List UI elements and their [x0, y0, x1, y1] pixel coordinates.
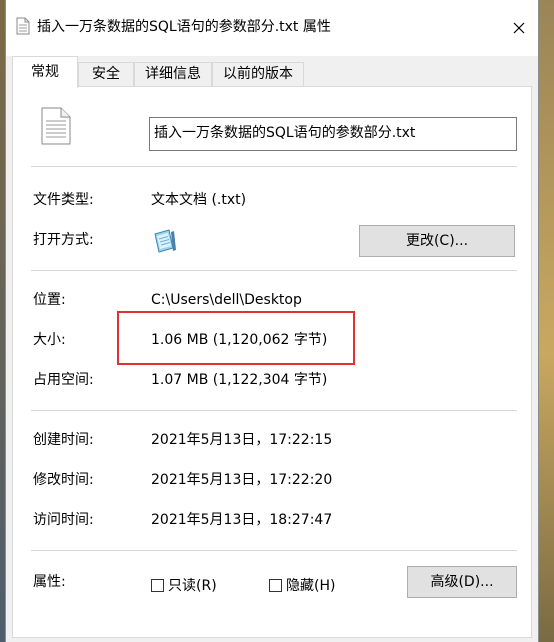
modified-value: 2021年5月13日，17:22:20 — [151, 472, 333, 488]
open-with-label: 打开方式: — [33, 232, 94, 248]
accessed-value: 2021年5月13日，18:27:47 — [151, 512, 333, 528]
separator — [31, 410, 517, 411]
tab-previous-versions[interactable]: 以前的版本 — [212, 62, 304, 86]
title-bar: 插入一万条数据的SQL语句的参数部分.txt 属性 — [6, 0, 538, 56]
change-button[interactable]: 更改(C)... — [359, 225, 515, 257]
created-label: 创建时间: — [33, 432, 94, 448]
location-label: 位置: — [33, 292, 66, 308]
created-value: 2021年5月13日，17:22:15 — [151, 432, 333, 448]
hidden-checkbox-box[interactable] — [269, 578, 282, 592]
separator — [31, 550, 517, 551]
tab-security[interactable]: 安全 — [78, 62, 134, 86]
size-on-disk-value: 1.07 MB (1,122,304 字节) — [151, 372, 328, 388]
attributes-label: 属性: — [33, 574, 66, 590]
separator — [31, 270, 517, 271]
desktop-background-right — [539, 0, 554, 642]
readonly-label: 只读(R) — [168, 578, 217, 594]
notepad-icon — [154, 229, 176, 253]
readonly-checkbox-box[interactable] — [151, 578, 164, 592]
file-type-label: 文件类型: — [33, 192, 94, 208]
general-tab-panel: 插入一万条数据的SQL语句的参数部分.txt 文件类型: 文本文档 (.txt)… — [12, 86, 532, 638]
window-title: 插入一万条数据的SQL语句的参数部分.txt 属性 — [37, 19, 331, 35]
separator — [31, 166, 517, 167]
text-file-icon — [41, 107, 71, 145]
location-value: C:\Users\dell\Desktop — [151, 292, 302, 308]
text-file-icon — [16, 17, 30, 35]
file-name-field[interactable]: 插入一万条数据的SQL语句的参数部分.txt — [149, 117, 517, 151]
close-icon — [513, 22, 525, 34]
properties-dialog: 插入一万条数据的SQL语句的参数部分.txt 属性 常规 安全 详细信息 以前的… — [5, 0, 539, 642]
tab-general[interactable]: 常规 — [12, 56, 78, 88]
modified-label: 修改时间: — [33, 472, 94, 488]
size-on-disk-label: 占用空间: — [33, 372, 94, 388]
readonly-checkbox[interactable]: 只读(R) — [151, 575, 217, 595]
hidden-checkbox[interactable]: 隐藏(H) — [269, 575, 335, 595]
file-type-value: 文本文档 (.txt) — [151, 192, 247, 208]
hidden-label: 隐藏(H) — [286, 578, 336, 594]
close-button[interactable] — [506, 16, 532, 40]
size-label: 大小: — [33, 332, 66, 348]
accessed-label: 访问时间: — [33, 512, 94, 528]
advanced-button[interactable]: 高级(D)... — [407, 566, 517, 598]
size-value: 1.06 MB (1,120,062 字节) — [151, 332, 328, 348]
tab-details[interactable]: 详细信息 — [134, 62, 212, 86]
